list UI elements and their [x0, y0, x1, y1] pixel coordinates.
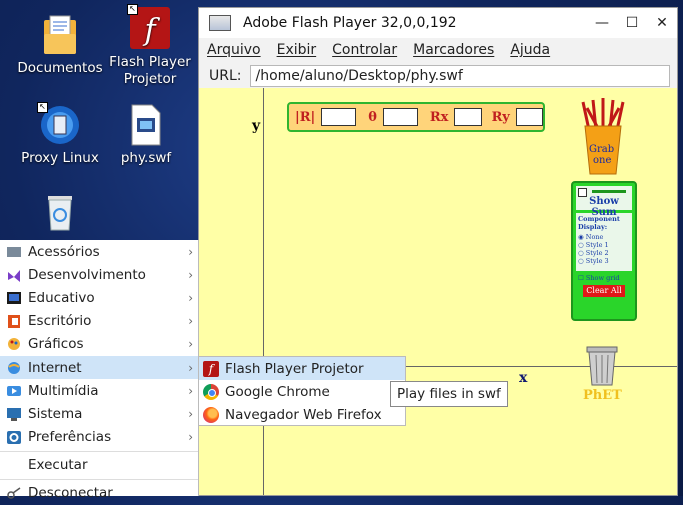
- menu-controlar[interactable]: Controlar: [332, 42, 397, 58]
- menu-item-preferencias[interactable]: Preferências ›: [0, 426, 198, 449]
- multimedia-icon: [7, 385, 21, 396]
- internet-submenu: f Flash Player Projetor Google Chrome Na…: [198, 356, 406, 426]
- application-menu: Acessórios › Desenvolvimento › Educativo › …: [0, 240, 199, 501]
- menu-item-internet[interactable]: Internet ›: [0, 355, 198, 380]
- rx-label: Rx: [429, 109, 449, 125]
- show-sum-label: Show Sum: [589, 196, 619, 218]
- desktop-icon-proxy-linux[interactable]: ↖ Proxy Linux: [12, 102, 108, 166]
- magnitude-field[interactable]: [321, 108, 357, 126]
- desktop-icon-label: Proxy Linux: [21, 150, 99, 166]
- window-titlebar[interactable]: Adobe Flash Player 32,0,0,192 — ☐ ✕: [199, 8, 677, 38]
- desktop-icon-flash-player[interactable]: ↖ f Flash Player Projetor: [102, 4, 198, 88]
- proxy-linux-icon: ↖: [37, 102, 81, 146]
- menu-item-sistema[interactable]: Sistema ›: [0, 402, 198, 425]
- grab-label-1: Grab: [589, 144, 615, 155]
- visual-studio-icon: [8, 269, 20, 282]
- component-display-box: Component Display: ◉ None ○ Style 1 ○ St…: [576, 213, 632, 271]
- office-icon: [8, 315, 20, 329]
- menu-item-acessorios[interactable]: Acessórios ›: [0, 240, 198, 263]
- system-icon: [7, 407, 21, 421]
- gear-icon: [7, 431, 21, 445]
- menu-separator: [0, 450, 198, 452]
- swf-file-icon: [130, 104, 162, 146]
- menu-exibir[interactable]: Exibir: [277, 42, 317, 58]
- clear-all-button[interactable]: Clear All: [583, 285, 625, 297]
- submenu-item-flash-player[interactable]: f Flash Player Projetor: [199, 357, 405, 380]
- window-title: Adobe Flash Player 32,0,0,192: [243, 15, 457, 31]
- minimize-button[interactable]: —: [587, 15, 617, 31]
- y-axis-label: y: [252, 118, 261, 134]
- flash-player-icon: f: [203, 360, 219, 377]
- trash-can-icon: [586, 346, 618, 386]
- flash-stage[interactable]: y x |R| θ Rx Ry Grab one Show Sum Compon…: [199, 88, 677, 495]
- graphics-icon: [8, 338, 20, 351]
- desktop-icon-documentos[interactable]: Documentos: [12, 14, 108, 76]
- grab-vector-bucket[interactable]: Grab one: [579, 96, 627, 176]
- menu-marcadores[interactable]: Marcadores: [413, 42, 494, 58]
- firefox-icon: [203, 406, 219, 423]
- magnitude-label: |R|: [295, 109, 316, 125]
- desktop-icon-label: phy.swf: [120, 150, 172, 166]
- radio-style-2[interactable]: ○ Style 2: [578, 249, 630, 257]
- url-input[interactable]: /home/aluno/Desktop/phy.swf: [249, 65, 670, 87]
- grab-label-2: one: [593, 155, 612, 166]
- y-axis-line: [263, 88, 264, 495]
- phet-logo: PhET: [583, 388, 622, 403]
- desktop-icon-label: Documentos: [17, 60, 103, 76]
- menu-item-graficos[interactable]: Gráficos ›: [0, 333, 198, 356]
- show-sum-box[interactable]: Show Sum: [576, 186, 632, 218]
- url-label: URL:: [209, 68, 242, 84]
- theta-field[interactable]: [382, 108, 418, 126]
- menu-item-desenvolvimento[interactable]: Desenvolvimento ›: [0, 263, 198, 286]
- accessories-icon: [7, 246, 21, 257]
- menu-item-escritorio[interactable]: Escritório ›: [0, 310, 198, 333]
- ry-field[interactable]: [515, 108, 544, 126]
- education-icon: [7, 291, 21, 304]
- internet-globe-icon: [8, 361, 20, 374]
- desktop-icon-phy-swf[interactable]: phy.swf: [98, 104, 194, 166]
- menu-item-multimidia[interactable]: Multimídia ›: [0, 379, 198, 402]
- desktop-icon-label: Flash Player Projetor: [109, 54, 191, 87]
- chrome-icon: [203, 383, 219, 400]
- window-app-icon: [209, 15, 231, 31]
- desktop-icon-trash[interactable]: [12, 190, 108, 236]
- radio-none[interactable]: ◉ None: [578, 233, 630, 241]
- vector-readout-bar: |R| θ Rx Ry: [287, 102, 545, 132]
- trash-icon: [40, 190, 80, 232]
- submenu-item-google-chrome[interactable]: Google Chrome: [199, 380, 405, 403]
- radio-style-1[interactable]: ○ Style 1: [578, 241, 630, 249]
- show-grid-option[interactable]: ☐ Show grid: [578, 274, 635, 282]
- menu-item-educativo[interactable]: Educativo ›: [0, 286, 198, 309]
- sum-arrow-icon: [592, 190, 626, 193]
- rx-field[interactable]: [454, 108, 482, 126]
- sim-trash-can[interactable]: [584, 343, 620, 387]
- show-sum-checkbox[interactable]: [578, 188, 587, 197]
- menu-item-desconectar[interactable]: Desconectar: [0, 482, 198, 505]
- window-menubar: Arquivo Exibir Controlar Marcadores Ajud…: [199, 38, 677, 62]
- ry-label: Ry: [491, 109, 510, 125]
- menu-arquivo[interactable]: Arquivo: [207, 42, 261, 58]
- shortcut-arrow-icon: ↖: [127, 4, 138, 15]
- control-panel: Show Sum Component Display: ◉ None ○ Sty…: [571, 181, 637, 321]
- shortcut-arrow-icon: ↖: [37, 102, 48, 113]
- submenu-item-firefox[interactable]: Navegador Web Firefox: [199, 403, 405, 426]
- x-axis-label: x: [519, 370, 528, 386]
- radio-style-3[interactable]: ○ Style 3: [578, 257, 630, 265]
- logout-icon: [7, 487, 21, 500]
- theta-label: θ: [368, 109, 377, 125]
- maximize-button[interactable]: ☐: [617, 15, 647, 31]
- url-row: URL: /home/aluno/Desktop/phy.swf: [199, 62, 677, 90]
- menu-item-executar[interactable]: Executar: [0, 454, 198, 477]
- flash-player-icon: ↖ f: [127, 4, 171, 50]
- close-button[interactable]: ✕: [647, 15, 677, 31]
- menu-separator: [0, 478, 198, 480]
- tooltip: Play files in swf: [390, 381, 508, 407]
- menu-ajuda[interactable]: Ajuda: [510, 42, 550, 58]
- documents-folder-icon: [40, 14, 80, 56]
